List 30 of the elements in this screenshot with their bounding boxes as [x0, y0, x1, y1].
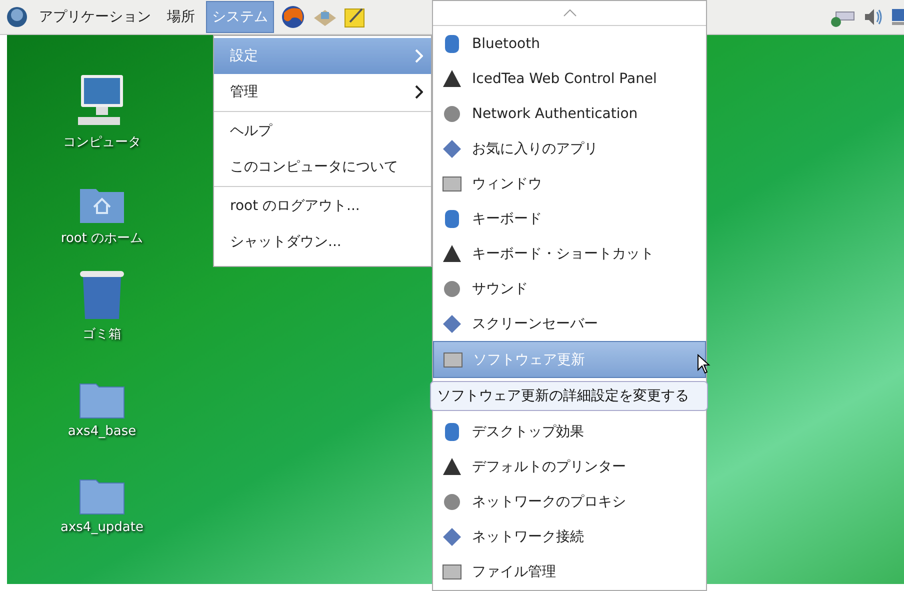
menu-item[interactable]: デフォルトのプリンター: [433, 449, 706, 484]
menu-item[interactable]: お気に入りのアプリ: [433, 131, 706, 166]
menu-item[interactable]: ネットワークのプロキシ: [433, 484, 706, 519]
menu-item[interactable]: ウィンドウ: [433, 166, 706, 201]
menu-item[interactable]: ネットワーク接続: [433, 519, 706, 554]
diamond-icon: [441, 138, 463, 160]
menu-item[interactable]: 管理: [214, 74, 431, 110]
desktop-icon-label[interactable]: ゴミ箱: [82, 325, 122, 343]
menu-item[interactable]: スクリーンセーバー: [433, 306, 706, 341]
trash-icon[interactable]: [78, 269, 126, 321]
menu-item[interactable]: デスクトップ効果: [433, 414, 706, 449]
desktop-icon-label[interactable]: コンピュータ: [63, 133, 141, 151]
globe-icon[interactable]: [280, 4, 306, 30]
menu-item[interactable]: Bluetooth: [433, 26, 706, 61]
desktop-icon-label[interactable]: root のホーム: [60, 229, 144, 247]
menu-item[interactable]: root のログアウト...: [214, 188, 431, 224]
logo-icon[interactable]: [6, 6, 28, 28]
panel-menu[interactable]: 場所: [162, 2, 200, 32]
menu-item[interactable]: このコンピュータについて: [214, 149, 431, 185]
menu-item[interactable]: シャットダウン...: [214, 224, 431, 260]
menu-item[interactable]: ヘルプ: [214, 113, 431, 149]
menu-item[interactable]: キーボード・ショートカット: [433, 236, 706, 271]
notepad-icon[interactable]: [344, 6, 366, 28]
menu-item[interactable]: キーボード: [433, 201, 706, 236]
menu-item[interactable]: IcedTea Web Control Panel: [433, 61, 706, 96]
menu-item[interactable]: ファイル管理: [433, 554, 706, 589]
tooltip: ソフトウェア更新の詳細設定を変更する: [430, 381, 708, 411]
menu-item[interactable]: Network Authentication: [433, 96, 706, 131]
panel-menu[interactable]: アプリケーション: [34, 2, 156, 32]
menu-item[interactable]: サウンド: [433, 271, 706, 306]
